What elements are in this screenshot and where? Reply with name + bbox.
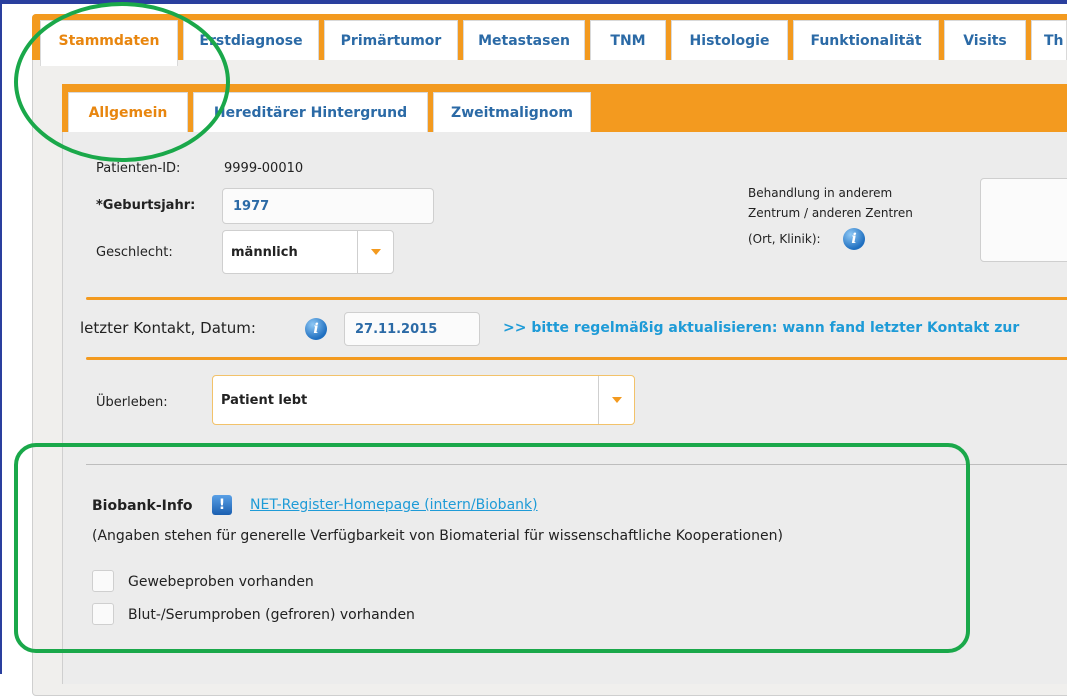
window-top-border [0, 0, 1067, 4]
subtab-zweitmalignom[interactable]: Zweitmalignom [433, 92, 591, 132]
last-contact-info-icon[interactable]: i [305, 318, 327, 340]
tissue-samples-label: Gewebeproben vorhanden [128, 574, 314, 590]
sex-select-value: männlich [231, 244, 298, 260]
other-center-info-icon[interactable]: i [843, 228, 865, 250]
divider-orange-bottom [86, 357, 1067, 360]
last-contact-date-input[interactable]: 27.11.2015 [344, 312, 480, 346]
survival-select-value: Patient lebt [221, 392, 308, 408]
birthyear-label: *Geburtsjahr: [96, 198, 196, 213]
patient-id-value: 9999-00010 [224, 161, 304, 176]
biobank-homepage-link[interactable]: NET-Register-Homepage (intern/Biobank) [250, 497, 538, 513]
last-contact-label: letzter Kontakt, Datum: [80, 319, 256, 337]
birthyear-input[interactable]: 1977 [222, 188, 434, 224]
survival-select[interactable]: Patient lebt [212, 375, 635, 425]
blood-samples-label: Blut-/Serumproben (gefroren) vorhanden [128, 607, 415, 623]
biobank-title: Biobank-Info [92, 498, 193, 514]
subtab-hereditaerer-hintergrund[interactable]: Hereditärer Hintergrund [193, 92, 428, 132]
sex-label: Geschlecht: [96, 245, 173, 260]
biobank-info-icon[interactable]: ! [212, 495, 232, 515]
survival-label: Überleben: [96, 395, 168, 410]
last-contact-hint: >> bitte regelmäßig aktualisieren: wann … [503, 320, 1020, 336]
subtab-allgemein[interactable]: Allgemein [68, 92, 188, 132]
tab-visits[interactable]: Visits [944, 20, 1026, 60]
chevron-down-icon [611, 397, 622, 403]
tab-stammdaten[interactable]: Stammdaten [40, 20, 178, 66]
tab-therapie[interactable]: Th [1031, 20, 1067, 60]
blood-samples-checkbox[interactable] [92, 603, 114, 625]
tissue-samples-checkbox[interactable] [92, 570, 114, 592]
divider-grey [86, 464, 1067, 465]
survival-select-arrow[interactable] [598, 376, 634, 424]
other-center-textarea[interactable] [980, 178, 1067, 262]
tab-funktionalitaet[interactable]: Funktionalität [793, 20, 939, 60]
tab-erstdiagnose[interactable]: Erstdiagnose [183, 20, 319, 60]
other-center-label-3: (Ort, Klinik): [748, 232, 821, 246]
other-center-label-1: Behandlung in anderem [748, 186, 893, 200]
sex-select-arrow[interactable] [357, 231, 393, 273]
divider-orange-top [86, 297, 1067, 300]
tab-metastasen[interactable]: Metastasen [463, 20, 585, 60]
sex-select[interactable]: männlich [222, 230, 394, 274]
tab-tnm[interactable]: TNM [590, 20, 666, 60]
window-left-border [0, 0, 2, 674]
tab-primaertumor[interactable]: Primärtumor [324, 20, 458, 60]
tab-histologie[interactable]: Histologie [671, 20, 788, 60]
patient-id-label: Patienten-ID: [96, 161, 181, 176]
biobank-description: (Angaben stehen für generelle Verfügbark… [92, 528, 783, 544]
other-center-label-2: Zentrum / anderen Zentren [748, 206, 913, 220]
chevron-down-icon [370, 249, 381, 255]
